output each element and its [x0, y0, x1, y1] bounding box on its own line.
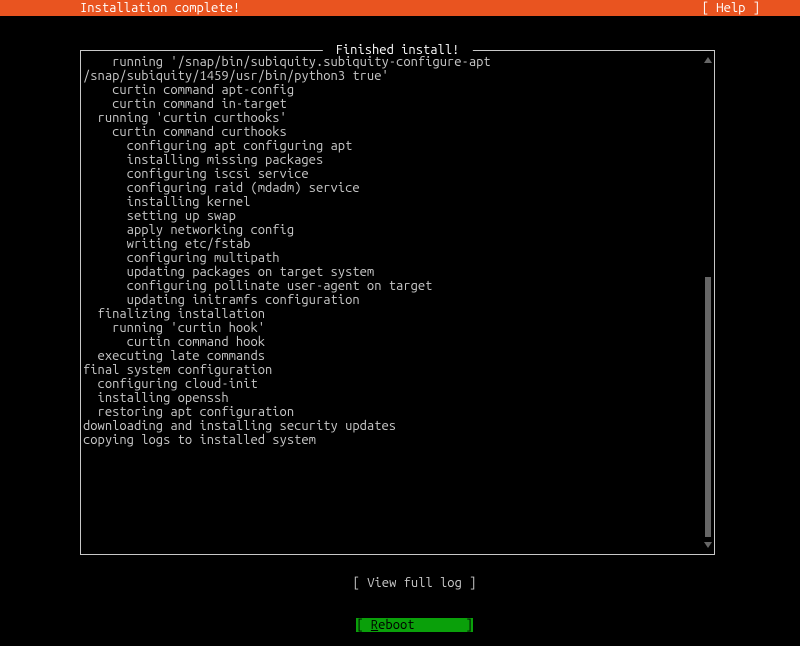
log-line: downloading and installing security upda… — [83, 419, 698, 433]
log-line: configuring apt configuring apt — [83, 139, 698, 153]
log-line: configuring raid (mdadm) service — [83, 181, 698, 195]
log-line: restoring apt configuration — [83, 405, 698, 419]
scroll-up-icon[interactable] — [704, 57, 712, 63]
log-line: /snap/subiquity/1459/usr/bin/python3 tru… — [83, 69, 698, 83]
log-line: configuring cloud-init — [83, 377, 698, 391]
log-line: configuring iscsi service — [83, 167, 698, 181]
log-line: running 'curtin curthooks' — [83, 111, 698, 125]
log-line: final system configuration — [83, 363, 698, 377]
log-line: curtin command apt-config — [83, 83, 698, 97]
log-line: updating packages on target system — [83, 265, 698, 279]
scroll-down-icon[interactable] — [704, 542, 712, 548]
log-line: curtin command curthooks — [83, 125, 698, 139]
log-output: running '/snap/bin/subiquity.subiquity-c… — [83, 55, 698, 552]
log-line: installing openssh — [83, 391, 698, 405]
log-line: running 'curtin hook' — [83, 321, 698, 335]
button-bar: [ View full log ] [ Reboot ] — [0, 562, 800, 646]
page-title: Installation complete! — [80, 1, 240, 15]
log-line: copying logs to installed system — [83, 433, 698, 447]
log-line: setting up swap — [83, 209, 698, 223]
log-line: apply networking config — [83, 223, 698, 237]
log-line: installing missing packages — [83, 153, 698, 167]
log-line: executing late commands — [83, 349, 698, 363]
log-line: finalizing installation — [83, 307, 698, 321]
log-line: curtin command hook — [83, 335, 698, 349]
log-line: configuring pollinate user-agent on targ… — [83, 279, 698, 293]
help-button[interactable]: [ Help ] — [702, 1, 760, 15]
view-full-log-button[interactable]: [ View full log ] — [353, 576, 477, 590]
log-panel: Finished install! running '/snap/bin/sub… — [80, 50, 715, 555]
log-line: curtin command in-target — [83, 97, 698, 111]
log-line: installing kernel — [83, 195, 698, 209]
scrollbar[interactable] — [705, 57, 710, 548]
title-bar: Installation complete! [ Help ] — [0, 0, 800, 16]
scroll-thumb[interactable] — [705, 277, 711, 537]
log-line: updating initramfs configuration — [83, 293, 698, 307]
log-line: configuring multipath — [83, 251, 698, 265]
reboot-button[interactable]: [ Reboot ] — [356, 618, 473, 632]
log-line: running '/snap/bin/subiquity.subiquity-c… — [83, 55, 698, 69]
log-line: writing etc/fstab — [83, 237, 698, 251]
